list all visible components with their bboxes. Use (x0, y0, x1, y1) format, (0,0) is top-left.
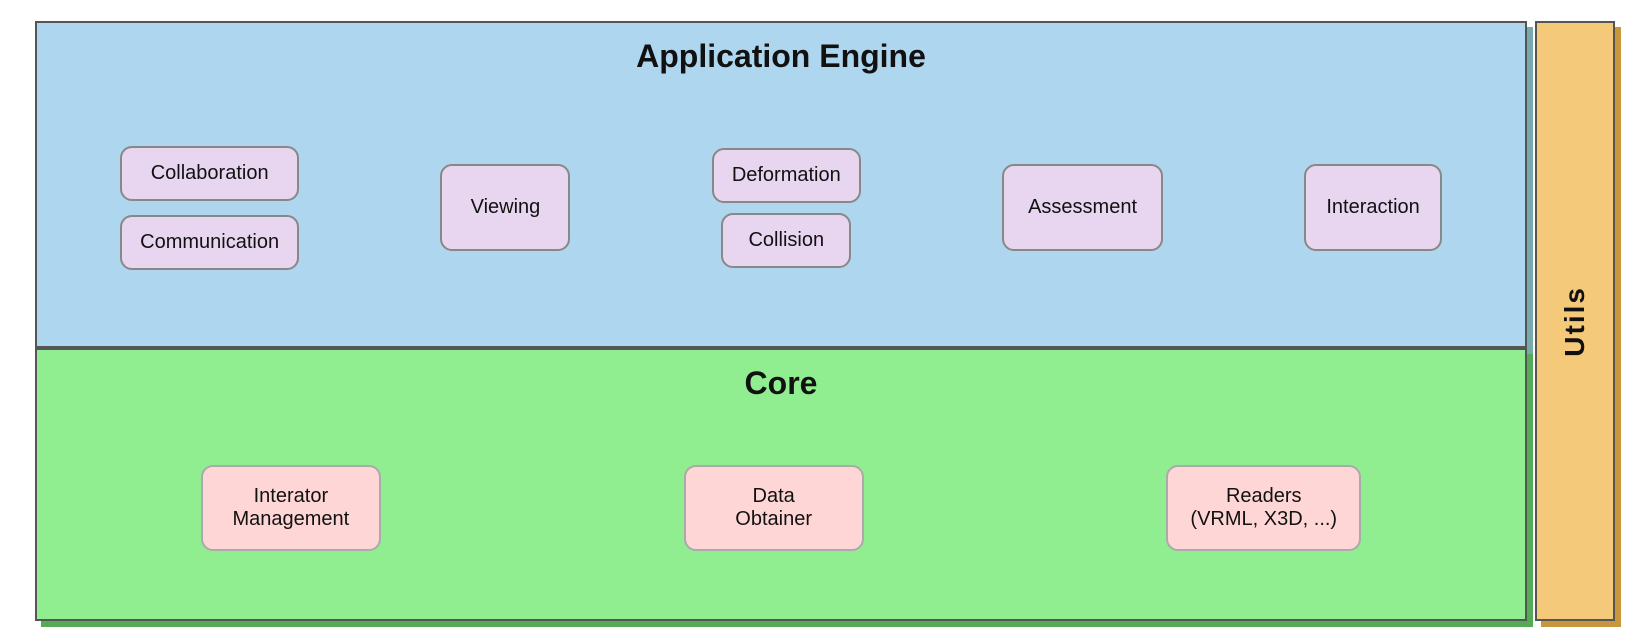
app-engine-content: Collaboration Communication Viewing Defo… (57, 90, 1505, 326)
core-block: Core Interator Management Data Obtainer … (35, 348, 1527, 621)
app-engine-block: Application Engine Collaboration Communi… (35, 21, 1527, 348)
diagram-wrapper: Application Engine Collaboration Communi… (35, 21, 1615, 621)
collision-box: Collision (721, 213, 851, 268)
core-content: Interator Management Data Obtainer Reade… (57, 417, 1505, 599)
readers-box: Readers (VRML, X3D, ...) (1166, 465, 1361, 551)
main-area: Application Engine Collaboration Communi… (35, 21, 1527, 621)
interaction-box: Interaction (1304, 164, 1441, 251)
interator-management-box: Interator Management (201, 465, 381, 551)
assessment-box: Assessment (1002, 164, 1163, 251)
viewing-box: Viewing (440, 164, 570, 251)
deform-col: Deformation Collision (712, 148, 861, 268)
left-stack: Collaboration Communication (120, 146, 299, 270)
deformation-box: Deformation (712, 148, 861, 203)
communication-box: Communication (120, 215, 299, 270)
utils-sidebar: Utils (1535, 21, 1615, 621)
collaboration-box: Collaboration (120, 146, 299, 201)
core-title: Core (57, 360, 1505, 402)
data-obtainer-box: Data Obtainer (684, 465, 864, 551)
utils-label: Utils (1559, 286, 1591, 357)
app-engine-title: Application Engine (57, 33, 1505, 75)
